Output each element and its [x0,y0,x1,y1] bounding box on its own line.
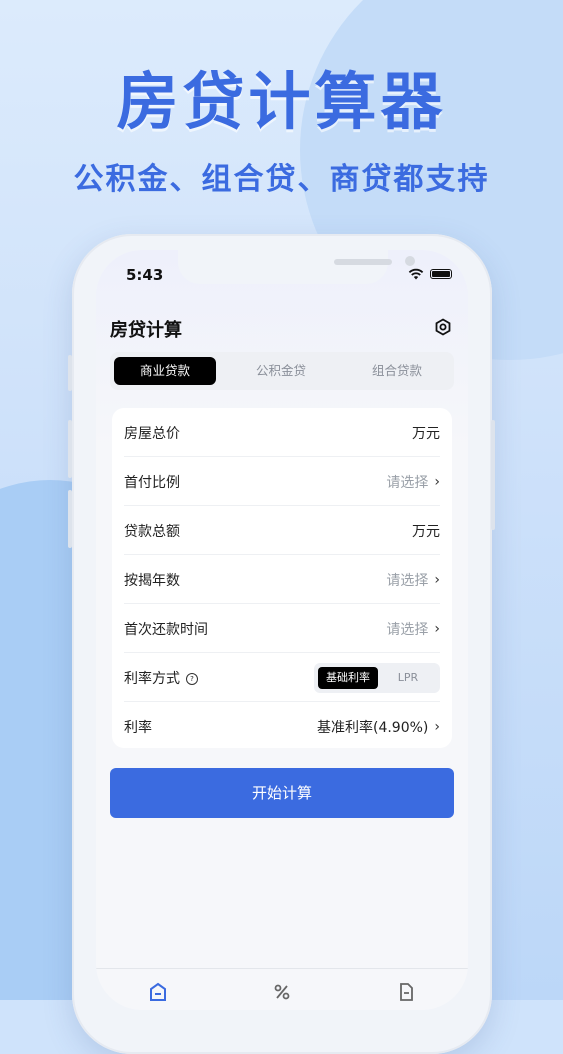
form-row-mortgage-years[interactable]: 按揭年数 请选择 › [112,555,452,604]
total-price-input[interactable]: 万元 [412,423,440,443]
rate-option-base[interactable]: 基础利率 [318,667,378,689]
row-label: 首付比例 [124,475,180,491]
rate-value: 基准利率(4.90%) [316,720,429,736]
start-calculate-button[interactable]: 开始计算 [110,768,454,818]
unit-label: 万元 [412,524,440,540]
form-row-interest-rate[interactable]: 利率 基准利率(4.90%) › [112,702,452,751]
chevron-right-icon: › [434,572,440,588]
unit-label: 万元 [412,426,440,442]
down-payment-select[interactable]: 请选择 › [386,472,440,492]
rate-method-toggle: 基础利率 LPR [314,663,440,693]
placeholder-text: 请选择 [386,573,429,589]
phone-notch [178,250,415,284]
chevron-right-icon: › [434,719,440,735]
placeholder-text: 请选择 [386,475,429,491]
phone-screen: 5:43 房贷计算 商业贷款 公积金贷 组合贷款 房屋总价 万元 首付比例 请选… [96,250,468,1010]
loan-amount-input[interactable]: 万元 [412,521,440,541]
phone-side-button [491,420,495,530]
interest-rate-select[interactable]: 基准利率(4.90%) › [317,717,440,737]
status-time: 5:43 [126,266,164,284]
status-icons [408,268,452,280]
percent-icon[interactable] [272,982,292,1002]
form-row-rate-method: 利率方式? 基础利率 LPR [112,653,452,702]
tab-combined-loan[interactable]: 组合贷款 [346,357,448,385]
phone-side-button [68,355,72,391]
help-icon[interactable]: ? [186,673,198,685]
row-label: 贷款总额 [124,524,180,540]
loan-form-card: 房屋总价 万元 首付比例 请选择 › 贷款总额 万元 按揭年数 请选择 › 首次还款… [112,408,452,748]
document-icon[interactable] [396,982,416,1002]
battery-icon [430,269,452,279]
row-label: 首次还款时间 [124,622,208,638]
mortgage-years-select[interactable]: 请选择 › [386,570,440,590]
chevron-right-icon: › [434,474,440,490]
rate-option-lpr[interactable]: LPR [380,667,436,689]
tab-provident-fund-loan[interactable]: 公积金贷 [230,357,332,385]
phone-side-button [68,420,72,478]
loan-type-tabs: 商业贷款 公积金贷 组合贷款 [110,352,454,390]
form-row-down-payment[interactable]: 首付比例 请选择 › [112,457,452,506]
promo-subline: 公积金、组合贷、商贷都支持 [73,162,490,197]
form-row-first-payment-date[interactable]: 首次还款时间 请选择 › [112,604,452,653]
row-label: 按揭年数 [124,573,180,589]
tab-commercial-loan[interactable]: 商业贷款 [114,357,216,385]
chevron-right-icon: › [434,621,440,637]
row-label: 房屋总价 [124,426,180,442]
row-label: 利率方式? [124,668,198,688]
settings-hexagon-icon[interactable] [434,318,452,336]
placeholder-text: 请选择 [386,622,429,638]
camera [405,256,415,266]
home-icon[interactable] [148,982,168,1002]
first-payment-date-select[interactable]: 请选择 › [386,619,440,639]
phone-side-button [68,490,72,548]
row-label: 利率 [124,720,152,736]
form-row-total-price[interactable]: 房屋总价 万元 [112,408,452,457]
rate-method-label: 利率方式 [124,671,180,687]
wifi-icon [408,268,424,280]
page-title: 房贷计算 [110,320,182,341]
tabbar-divider [96,968,468,969]
form-row-loan-amount[interactable]: 贷款总额 万元 [112,506,452,555]
promo-headline: 房贷计算器 [116,65,447,138]
speaker [334,259,392,265]
